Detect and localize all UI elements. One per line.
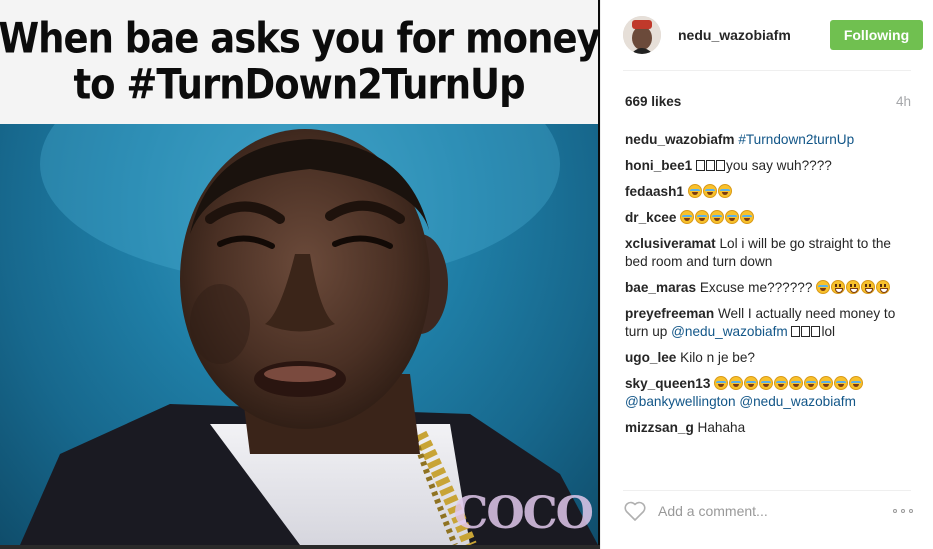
more-dot (909, 509, 913, 513)
list-item: fedaash1 (625, 183, 915, 201)
list-item: honi_bee1 you say wuh???? (625, 157, 915, 175)
meme-caption-line-1: When bae asks you for money (0, 14, 598, 63)
post-meta: 669 likes 4h (625, 94, 911, 109)
add-comment-bar (623, 496, 913, 526)
grin-emoji-icon (861, 280, 876, 294)
laugh-emoji-icon (717, 184, 732, 198)
man-portrait-illustration (20, 124, 598, 545)
meme-caption-band: When bae asks you for money to #TurnDown… (0, 0, 598, 124)
comment-tail: lol (821, 324, 836, 339)
laugh-emoji-icon (774, 376, 789, 390)
comment-username[interactable]: xclusiveramat (625, 236, 716, 251)
author-username[interactable]: nedu_wazobiafm (678, 27, 791, 43)
meme-photo: COCO (0, 124, 598, 545)
laugh-emoji-icon (849, 376, 864, 390)
laugh-emoji-icon (702, 184, 717, 198)
comment-username[interactable]: dr_kcee (625, 210, 676, 225)
post-details-panel: nedu_wazobiafm Following 669 likes 4h ne… (600, 0, 933, 549)
post-image-panel[interactable]: When bae asks you for money to #TurnDown… (0, 0, 600, 549)
comment-mention[interactable]: @nedu_wazobiafm (671, 324, 788, 339)
list-item: mizzsan_g Hahaha (625, 419, 915, 437)
add-comment-input[interactable] (658, 503, 878, 519)
laugh-emoji-icon (680, 210, 695, 224)
comment-username[interactable]: bae_maras (625, 280, 696, 295)
missing-glyph-icon (791, 326, 801, 337)
laugh-emoji-icon (729, 376, 744, 390)
likes-count[interactable]: 669 likes (625, 94, 681, 109)
avatar-photo-icon (623, 16, 661, 54)
missing-glyph-icon (811, 326, 821, 337)
laugh-emoji-icon (804, 376, 819, 390)
list-item: sky_queen13 @bankywellington @nedu_wazob… (625, 375, 915, 411)
laugh-emoji-icon (710, 210, 725, 224)
comments-list: nedu_wazobiafm #Turndown2turnUp honi_bee… (625, 131, 915, 445)
list-item: ugo_lee Kilo n je be? (625, 349, 915, 367)
comment-username[interactable]: sky_queen13 (625, 376, 710, 391)
post-header: nedu_wazobiafm Following (601, 0, 933, 70)
more-dot (893, 509, 897, 513)
comment-mention[interactable]: @nedu_wazobiafm (739, 394, 856, 409)
post-timestamp[interactable]: 4h (896, 94, 911, 109)
laugh-emoji-icon (816, 280, 831, 294)
grin-emoji-icon (876, 280, 891, 294)
meme-caption-line-2: to #TurnDown2TurnUp (73, 60, 525, 109)
missing-glyph-icon (706, 160, 716, 171)
comment-text: Hahaha (697, 420, 746, 435)
avatar[interactable] (623, 16, 661, 54)
list-item: preyefreeman Well I actually need money … (625, 305, 915, 341)
comment-mention[interactable]: @bankywellington (625, 394, 736, 409)
missing-glyph-icon (801, 326, 811, 337)
image-watermark: COCO (453, 488, 594, 539)
image-bottom-strip (0, 545, 600, 549)
laugh-emoji-icon (744, 376, 759, 390)
laugh-emoji-icon (819, 376, 834, 390)
comment-username[interactable]: preyefreeman (625, 306, 714, 321)
more-dot (901, 509, 905, 513)
grin-emoji-icon (846, 280, 861, 294)
laugh-emoji-icon (740, 210, 755, 224)
missing-glyph-icon (696, 160, 706, 171)
list-item: xclusiveramat Lol i will be go straight … (625, 235, 915, 271)
laugh-emoji-icon (759, 376, 774, 390)
laugh-emoji-icon (687, 184, 702, 198)
more-options-icon[interactable] (893, 509, 913, 513)
missing-glyph-icon (716, 160, 726, 171)
caption-username[interactable]: nedu_wazobiafm (625, 132, 735, 147)
comment-bar-divider (623, 490, 911, 491)
laugh-emoji-icon (714, 376, 729, 390)
comment-username[interactable]: fedaash1 (625, 184, 684, 199)
grin-emoji-icon (831, 280, 846, 294)
laugh-emoji-icon (789, 376, 804, 390)
heart-icon[interactable] (623, 500, 647, 522)
post-image[interactable]: When bae asks you for money to #TurnDown… (0, 0, 598, 545)
comment-username[interactable]: honi_bee1 (625, 158, 692, 173)
header-divider (623, 70, 911, 71)
comment-username[interactable]: mizzsan_g (625, 420, 694, 435)
comment-text: Kilo n je be? (680, 350, 755, 365)
laugh-emoji-icon (695, 210, 710, 224)
caption-hashtag[interactable]: #Turndown2turnUp (738, 132, 854, 147)
post-caption: nedu_wazobiafm #Turndown2turnUp (625, 131, 915, 149)
laugh-emoji-icon (834, 376, 849, 390)
list-item: bae_maras Excuse me?????? (625, 279, 915, 297)
laugh-emoji-icon (725, 210, 740, 224)
comment-text: you say wuh???? (726, 158, 832, 173)
following-button[interactable]: Following (830, 20, 923, 50)
comment-text: Excuse me?????? (699, 280, 813, 295)
list-item: dr_kcee (625, 209, 915, 227)
comment-username[interactable]: ugo_lee (625, 350, 676, 365)
